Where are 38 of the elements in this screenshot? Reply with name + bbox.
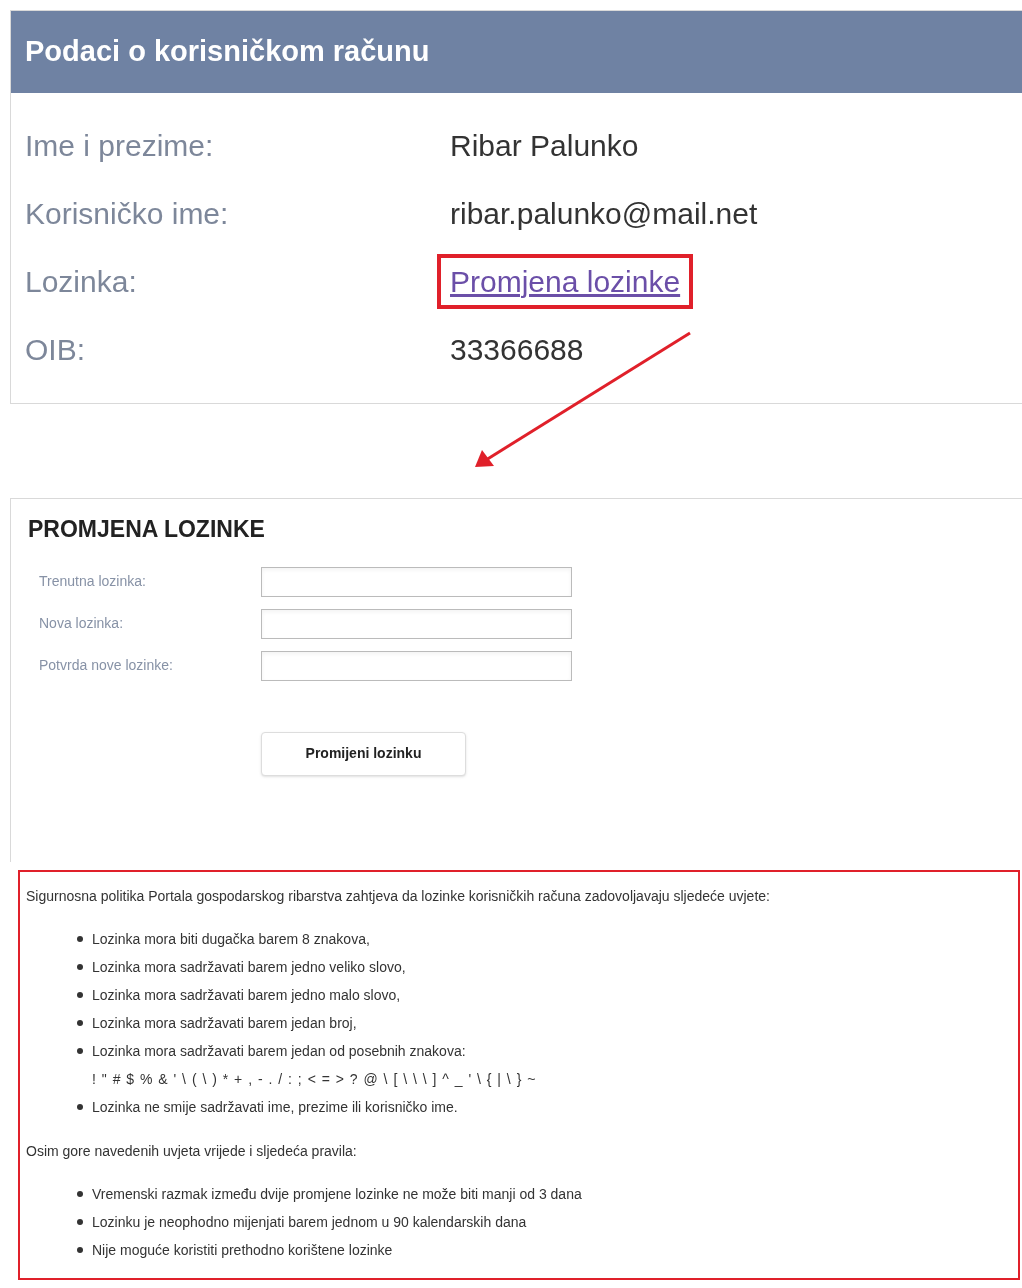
- list-item-text: Lozinka mora sadržavati barem jedno veliko slovo,: [92, 958, 406, 977]
- policy-text: Osim gore navedenih uvjeta vrijede i sljedeća pravila:: [26, 1142, 358, 1161]
- bullet-icon: [77, 1020, 83, 1026]
- bullet-icon: [77, 964, 83, 970]
- card-title: Podaci o korisničkom računu: [25, 34, 430, 70]
- bullet-icon: [77, 992, 83, 998]
- bullet-icon: [77, 1191, 83, 1197]
- bullet-icon: [77, 1104, 83, 1110]
- change-password-button[interactable]: Promijeni lozinku: [261, 731, 466, 776]
- field-label: Korisničko ime:: [25, 195, 230, 232]
- change-password-link[interactable]: Promjena lozinke: [450, 264, 681, 298]
- policy-text: Sigurnosna politika Portala gospodarskog ribarstva zahtjeva da lozinke korisničkih računa zadovoljavaju sljedeće uvjete:: [26, 887, 771, 906]
- list-item-text: Lozinka mora sadržavati barem jedan broj,: [92, 1014, 357, 1033]
- list-item-text: Lozinka mora sadržavati barem jedan od posebnih znakova:: [92, 1042, 467, 1061]
- field-value: ribar.palunko@mail.net: [450, 195, 758, 232]
- section-title: PROMJENA LOZINKE: [28, 515, 266, 544]
- field-label: Nova lozinka:: [39, 614, 125, 633]
- field-label: Lozinka:: [25, 263, 138, 300]
- list-item-text: Lozinka ne smije sadržavati ime, prezime ili korisničko ime.: [92, 1098, 458, 1117]
- list-item-text: Vremenski razmak između dvije promjene lozinke ne može biti manji od 3 dana: [92, 1185, 582, 1204]
- field-label: Ime i prezime:: [25, 127, 215, 164]
- list-item-text: Lozinka mora sadržavati barem jedno malo slovo,: [92, 986, 401, 1005]
- field-label: Potvrda nove lozinke:: [39, 656, 174, 675]
- list-item-text: Nije moguće koristiti prethodno korištene lozinke: [92, 1241, 393, 1260]
- bullet-icon: [77, 1048, 83, 1054]
- special-characters: ! " # $ % & ' \ ( \ ) * + , - . / : ; < = > ? @ \ [ \ \ \ ] ^ _ ' \ { | \ } ~: [92, 1070, 537, 1089]
- password-field[interactable]: [261, 608, 572, 639]
- field-value: Ribar Palunko: [450, 127, 639, 164]
- list-item-text: Lozinku je neophodno mijenjati barem jednom u 90 kalendarskih dana: [92, 1213, 527, 1232]
- bullet-icon: [77, 936, 83, 942]
- list-item-text: Lozinka mora biti dugačka barem 8 znakova,: [92, 930, 370, 949]
- password-field[interactable]: [261, 650, 572, 681]
- bullet-icon: [77, 1247, 83, 1253]
- password-field[interactable]: [261, 566, 572, 597]
- field-label: OIB:: [25, 331, 86, 368]
- field-value: 33366688: [450, 331, 584, 368]
- bullet-icon: [77, 1219, 83, 1225]
- field-label: Trenutna lozinka:: [39, 572, 147, 591]
